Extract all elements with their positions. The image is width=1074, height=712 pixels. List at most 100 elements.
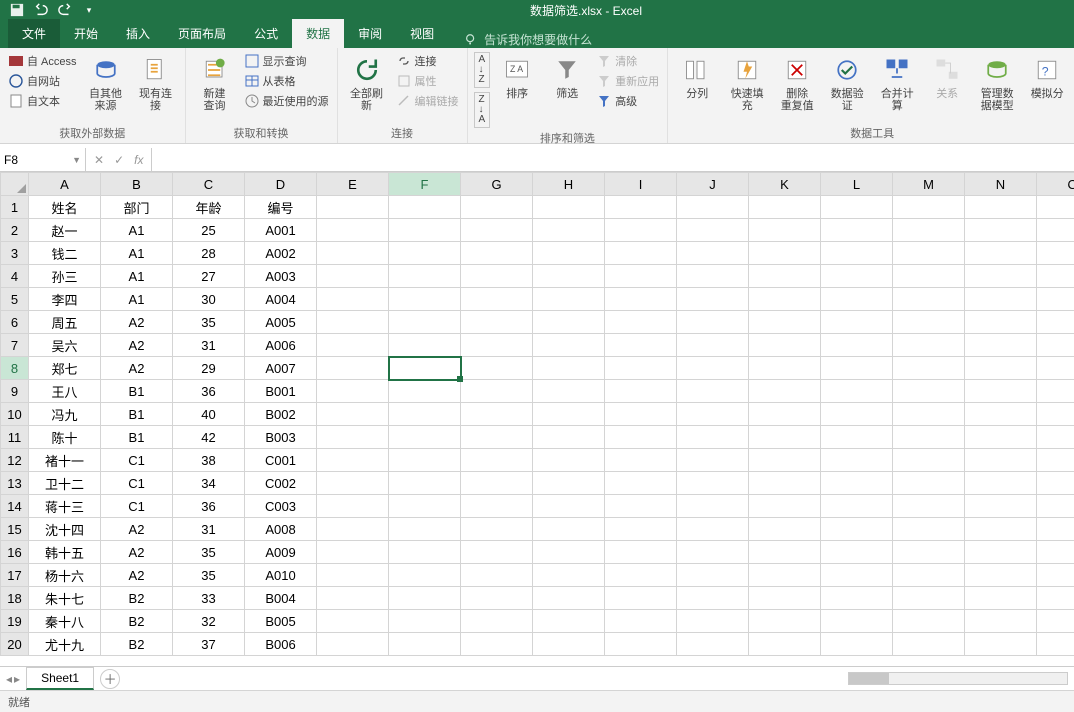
row-header-1[interactable]: 1 [1, 196, 29, 219]
cell-H3[interactable] [533, 242, 605, 265]
properties-button[interactable]: 属性 [394, 72, 461, 90]
cell-C11[interactable]: 42 [173, 426, 245, 449]
cell-A11[interactable]: 陈十 [29, 426, 101, 449]
cell-B2[interactable]: A1 [101, 219, 173, 242]
cell-H13[interactable] [533, 472, 605, 495]
cell-M17[interactable] [893, 564, 965, 587]
cell-K3[interactable] [749, 242, 821, 265]
row-header-17[interactable]: 17 [1, 564, 29, 587]
cell-I7[interactable] [605, 334, 677, 357]
cell-O11[interactable] [1037, 426, 1074, 449]
cell-L13[interactable] [821, 472, 893, 495]
cell-O8[interactable] [1037, 357, 1074, 380]
cell-I12[interactable] [605, 449, 677, 472]
cell-E5[interactable] [317, 288, 389, 311]
cell-C9[interactable]: 36 [173, 380, 245, 403]
cell-D10[interactable]: B002 [245, 403, 317, 426]
col-header-I[interactable]: I [605, 173, 677, 196]
cell-E6[interactable] [317, 311, 389, 334]
tell-me-search[interactable]: 告诉我你想要做什么 [454, 31, 602, 48]
cell-J16[interactable] [677, 541, 749, 564]
add-sheet-button[interactable]: ＋ [100, 669, 120, 689]
cell-B18[interactable]: B2 [101, 587, 173, 610]
cell-K11[interactable] [749, 426, 821, 449]
nav-first-icon[interactable]: ◂ [6, 672, 12, 686]
sort-az-button[interactable]: A↓Z [474, 52, 491, 88]
cell-E15[interactable] [317, 518, 389, 541]
cell-J4[interactable] [677, 265, 749, 288]
cell-B12[interactable]: C1 [101, 449, 173, 472]
cell-J10[interactable] [677, 403, 749, 426]
tab-formulas[interactable]: 公式 [240, 19, 292, 48]
cell-M13[interactable] [893, 472, 965, 495]
spreadsheet-table[interactable]: ABCDEFGHIJKLMNO1姓名部门年龄编号2赵一A125A0013钱二A1… [0, 172, 1074, 656]
cell-M6[interactable] [893, 311, 965, 334]
cell-C19[interactable]: 32 [173, 610, 245, 633]
cell-D16[interactable]: A009 [245, 541, 317, 564]
fx-icon[interactable]: fx [134, 153, 143, 167]
cell-D20[interactable]: B006 [245, 633, 317, 656]
col-header-D[interactable]: D [245, 173, 317, 196]
cell-C13[interactable]: 34 [173, 472, 245, 495]
cell-O9[interactable] [1037, 380, 1074, 403]
cell-K6[interactable] [749, 311, 821, 334]
row-header-10[interactable]: 10 [1, 403, 29, 426]
cell-L14[interactable] [821, 495, 893, 518]
cell-L16[interactable] [821, 541, 893, 564]
row-header-15[interactable]: 15 [1, 518, 29, 541]
cell-A8[interactable]: 郑七 [29, 357, 101, 380]
tab-layout[interactable]: 页面布局 [164, 19, 240, 48]
cell-J15[interactable] [677, 518, 749, 541]
cell-F5[interactable] [389, 288, 461, 311]
cell-K4[interactable] [749, 265, 821, 288]
sheet-nav[interactable]: ◂ ▸ [0, 672, 26, 686]
cell-D19[interactable]: B005 [245, 610, 317, 633]
cell-D7[interactable]: A006 [245, 334, 317, 357]
cell-N18[interactable] [965, 587, 1037, 610]
cell-D12[interactable]: C001 [245, 449, 317, 472]
cell-F3[interactable] [389, 242, 461, 265]
cell-L5[interactable] [821, 288, 893, 311]
cell-L1[interactable] [821, 196, 893, 219]
cell-H14[interactable] [533, 495, 605, 518]
tab-data[interactable]: 数据 [292, 19, 344, 48]
cell-C7[interactable]: 31 [173, 334, 245, 357]
cell-L7[interactable] [821, 334, 893, 357]
cell-E20[interactable] [317, 633, 389, 656]
cell-M10[interactable] [893, 403, 965, 426]
cell-J14[interactable] [677, 495, 749, 518]
cell-D11[interactable]: B003 [245, 426, 317, 449]
cell-N15[interactable] [965, 518, 1037, 541]
cell-B20[interactable]: B2 [101, 633, 173, 656]
col-header-N[interactable]: N [965, 173, 1037, 196]
undo-icon[interactable] [32, 1, 50, 19]
cell-B17[interactable]: A2 [101, 564, 173, 587]
cell-E18[interactable] [317, 587, 389, 610]
cell-J5[interactable] [677, 288, 749, 311]
tab-review[interactable]: 审阅 [344, 19, 396, 48]
cell-M3[interactable] [893, 242, 965, 265]
cell-F9[interactable] [389, 380, 461, 403]
cell-F8[interactable] [389, 357, 461, 380]
name-box-dropdown-icon[interactable]: ▼ [72, 155, 81, 165]
cell-K2[interactable] [749, 219, 821, 242]
cell-F4[interactable] [389, 265, 461, 288]
cell-G17[interactable] [461, 564, 533, 587]
cell-E7[interactable] [317, 334, 389, 357]
cell-F18[interactable] [389, 587, 461, 610]
cell-K12[interactable] [749, 449, 821, 472]
from-text-button[interactable]: 自文本 [6, 92, 79, 110]
row-header-19[interactable]: 19 [1, 610, 29, 633]
cell-K5[interactable] [749, 288, 821, 311]
col-header-J[interactable]: J [677, 173, 749, 196]
row-header-2[interactable]: 2 [1, 219, 29, 242]
existing-conn-button[interactable]: 现有连接 [133, 52, 179, 114]
cell-N17[interactable] [965, 564, 1037, 587]
cell-A17[interactable]: 杨十六 [29, 564, 101, 587]
cell-L9[interactable] [821, 380, 893, 403]
cell-A9[interactable]: 王八 [29, 380, 101, 403]
cell-G1[interactable] [461, 196, 533, 219]
nav-last-icon[interactable]: ▸ [14, 672, 20, 686]
clear-filter-button[interactable]: 清除 [594, 52, 661, 70]
cell-E19[interactable] [317, 610, 389, 633]
